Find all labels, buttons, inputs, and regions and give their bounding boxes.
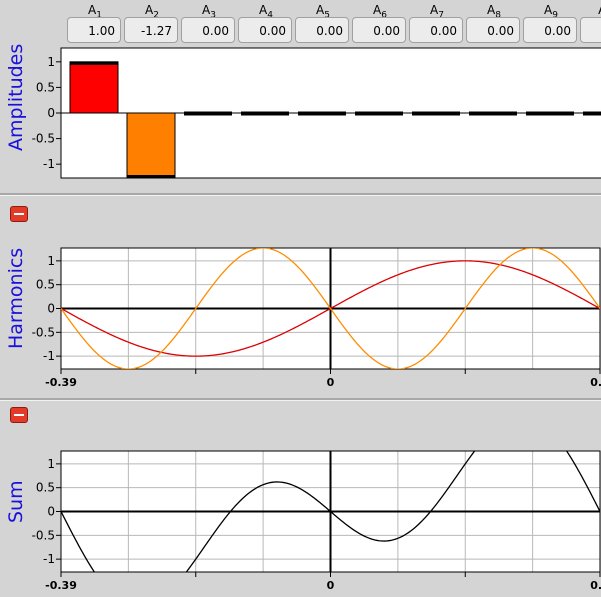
x-tick-label: -0.39 bbox=[45, 579, 77, 592]
amplitude-handle bbox=[583, 111, 601, 116]
y-tick-label: 1 bbox=[47, 457, 55, 471]
y-tick-label: 0.5 bbox=[36, 80, 55, 94]
amplitude-handle bbox=[298, 111, 346, 116]
amplitude-handle bbox=[526, 111, 574, 116]
y-tick-label: 0 bbox=[47, 302, 55, 316]
amplitude-bar bbox=[126, 112, 176, 179]
y-tick-label: 0 bbox=[47, 505, 55, 519]
amplitude-handle bbox=[241, 111, 289, 116]
y-tick-label: 0.5 bbox=[36, 278, 55, 292]
amplitudes-panel: Amplitudes A1A2A3A4A5A6A7A8A9A10 1.00-1.… bbox=[0, 0, 601, 192]
y-tick-label: -1 bbox=[43, 349, 55, 363]
y-tick-label: 1 bbox=[47, 254, 55, 268]
amplitude-handle bbox=[127, 175, 175, 178]
y-tick-label: -0.5 bbox=[32, 132, 55, 146]
amplitude-bar bbox=[69, 61, 119, 114]
x-tick-label: 0 bbox=[327, 579, 335, 592]
x-tick-label: 0.3 bbox=[590, 376, 601, 389]
y-tick-label: -0.5 bbox=[32, 528, 55, 542]
y-tick-label: -0.5 bbox=[32, 325, 55, 339]
amplitudes-chart[interactable]: 1 0.5 0 -0.5 -1 bbox=[0, 0, 601, 192]
y-tick-label: -1 bbox=[43, 157, 55, 171]
x-tick-label: 0.3 bbox=[590, 579, 601, 592]
sum-chart[interactable]: 1 0.5 0 -0.5 -1 -0.39 0 0.3 bbox=[0, 401, 601, 597]
y-tick-label: -1 bbox=[43, 552, 55, 566]
amplitude-handle bbox=[184, 111, 232, 116]
amplitude-handle bbox=[469, 111, 517, 116]
y-tick-label: 1 bbox=[47, 55, 55, 69]
y-tick-label: 0.5 bbox=[36, 481, 55, 495]
harmonics-chart[interactable]: 1 0.5 0 -0.5 -1 -0.39 0 0.3 bbox=[0, 196, 601, 398]
amplitude-handle bbox=[412, 111, 460, 116]
amplitude-handle bbox=[70, 61, 118, 65]
y-tick-label: 0 bbox=[47, 106, 55, 120]
x-tick-label: 0 bbox=[327, 376, 335, 389]
amplitude-handle bbox=[355, 111, 403, 116]
x-tick-label: -0.39 bbox=[45, 376, 77, 389]
sum-panel: Sum 10.50-0.5-1-0.3900.3 bbox=[0, 401, 601, 597]
harmonics-panel: Harmonics 10.50-0.5-1-0.3900.3 bbox=[0, 196, 601, 398]
